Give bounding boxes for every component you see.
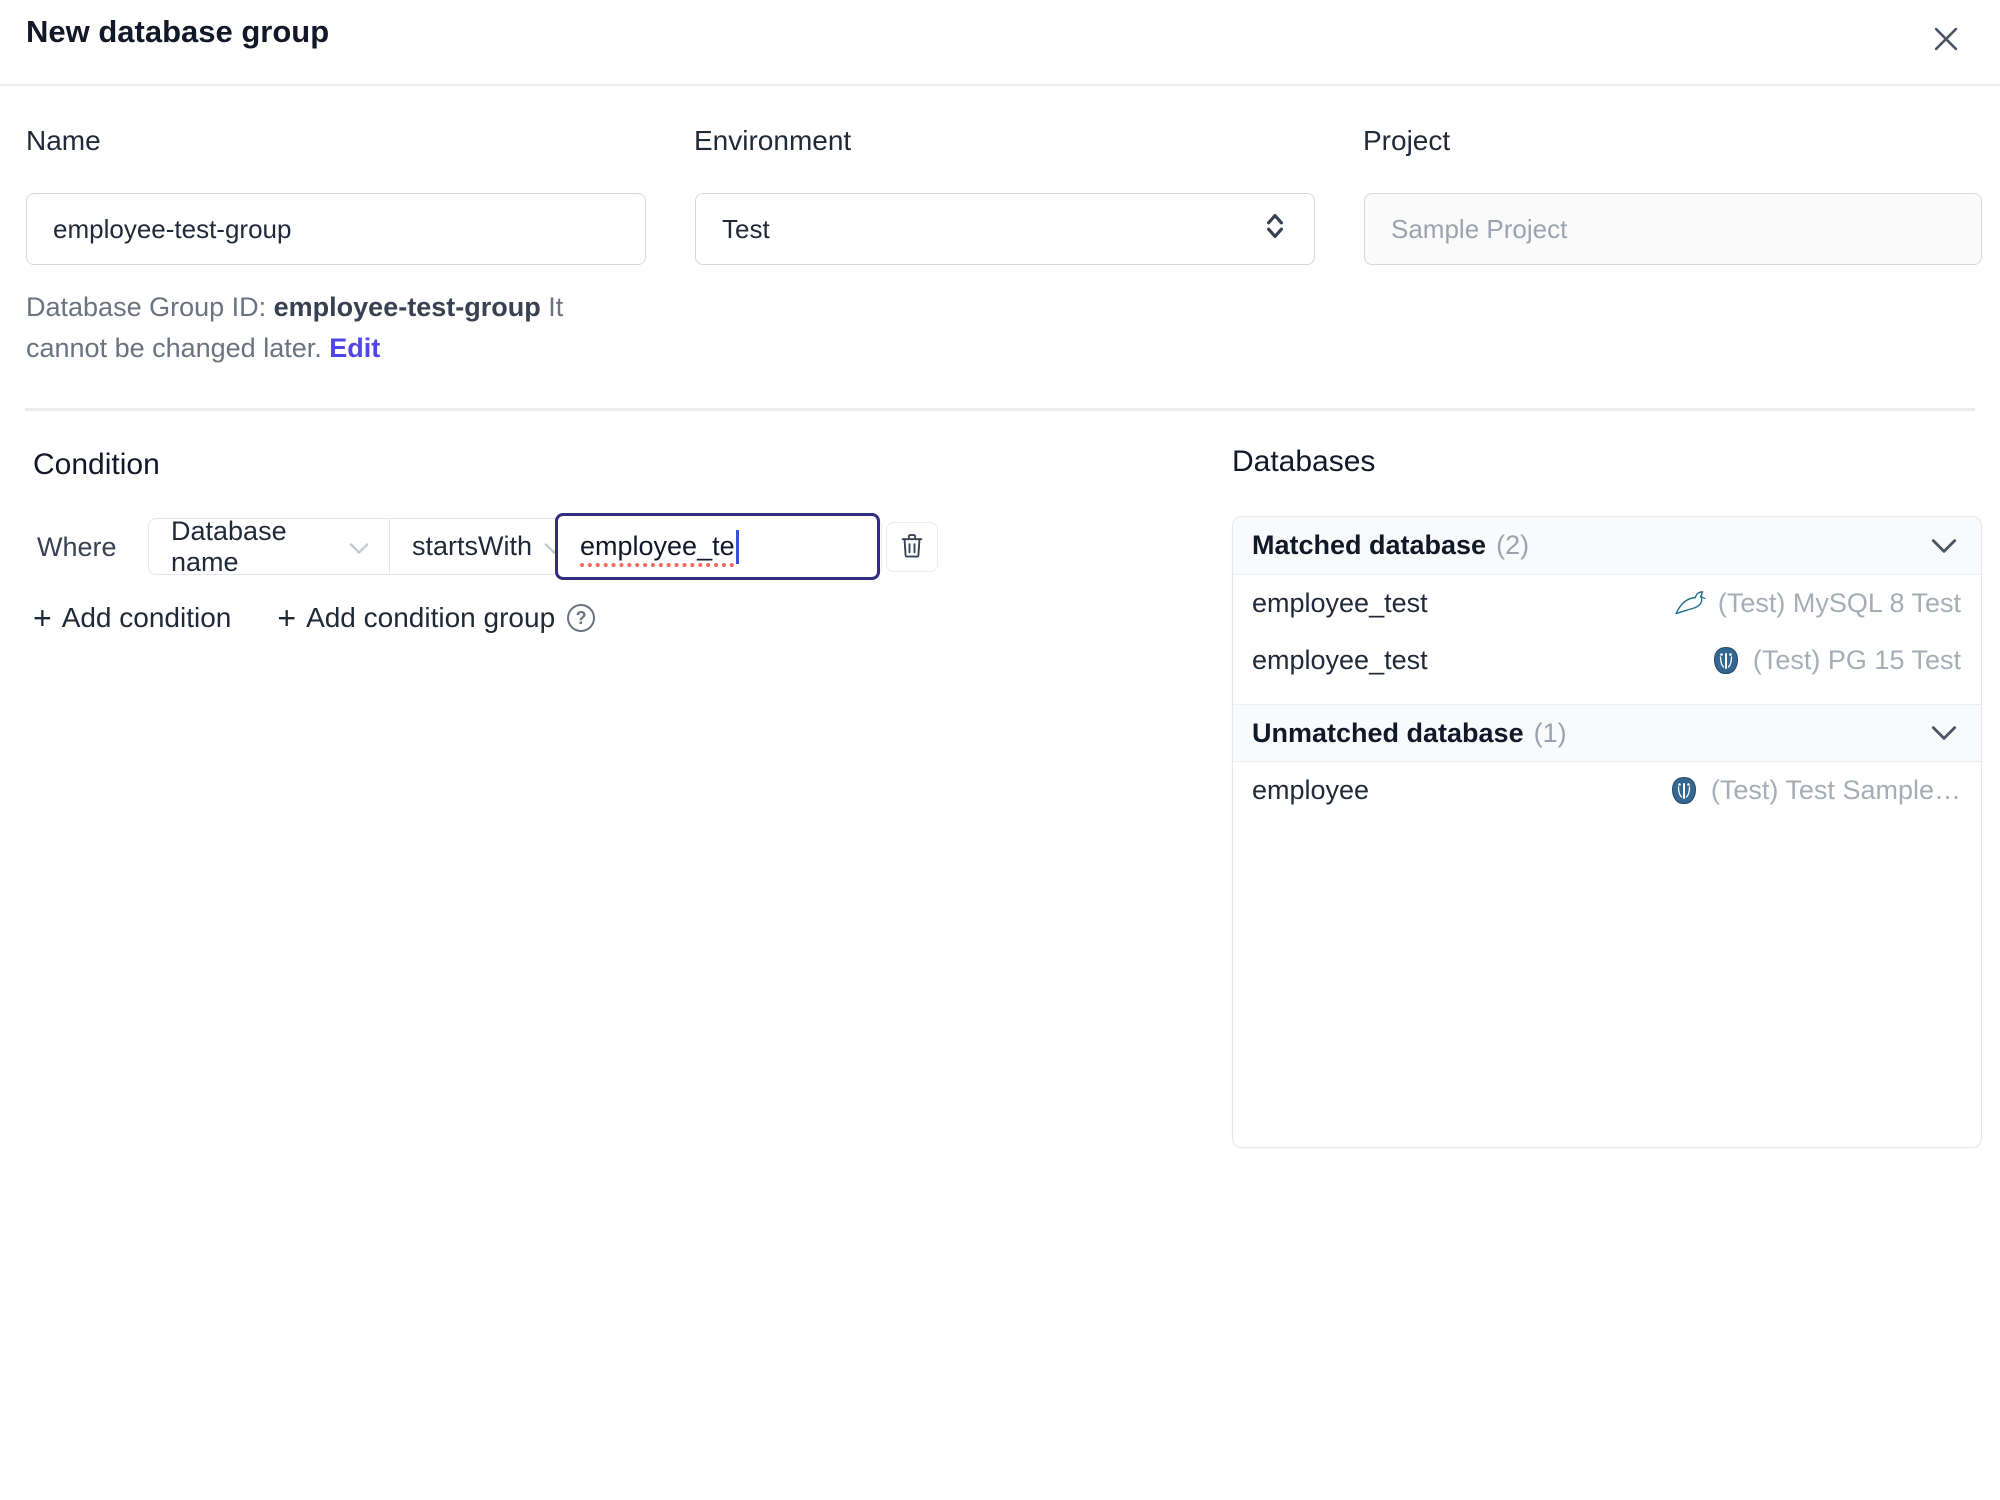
plus-icon: + xyxy=(277,600,297,636)
add-condition-group-label: Add condition group xyxy=(306,602,556,633)
project-label: Project xyxy=(1363,125,1451,156)
condition-value-text: employee_te xyxy=(580,531,735,561)
environment-selected-value: Test xyxy=(722,213,770,244)
database-row: employee_test (Test) PG 15 Test xyxy=(1233,632,1981,689)
unmatched-database-title: Unmatched database xyxy=(1252,717,1524,748)
name-input[interactable] xyxy=(26,193,646,265)
add-condition-button[interactable]: + Add condition xyxy=(33,602,231,634)
database-name: employee xyxy=(1252,775,1370,805)
database-instance-label: (Test) PG 15 Test xyxy=(1752,645,1961,675)
add-condition-label: Add condition xyxy=(61,602,232,633)
header-divider xyxy=(0,84,2000,86)
mysql-icon xyxy=(1674,587,1708,621)
text-caret xyxy=(735,529,739,564)
name-label: Name xyxy=(26,125,101,156)
postgresql-icon xyxy=(1667,774,1701,808)
database-instance: (Test) MySQL 8 Test xyxy=(1674,587,1961,621)
condition-field-value: Database name xyxy=(171,515,287,577)
close-button[interactable] xyxy=(1924,18,1968,62)
where-label: Where xyxy=(37,532,117,562)
database-row: employee_test (Test) MySQL 8 Test xyxy=(1233,575,1981,632)
condition-value-input[interactable]: employee_te xyxy=(555,513,880,580)
chevron-down-icon[interactable] xyxy=(1931,725,1957,741)
project-value: Sample Project xyxy=(1391,213,1568,244)
project-field: Sample Project xyxy=(1364,193,1982,265)
database-name: employee_test xyxy=(1252,588,1428,618)
help-icon[interactable]: ? xyxy=(567,604,596,632)
matched-database-section-header[interactable]: Matched database (2) xyxy=(1233,517,1981,575)
unmatched-database-section-header[interactable]: Unmatched database (1) xyxy=(1233,704,1981,762)
condition-operator-value: startsWith xyxy=(412,531,533,561)
databases-heading: Databases xyxy=(1232,445,1376,478)
database-instance: (Test) PG 15 Test xyxy=(1709,644,1961,678)
postgresql-icon xyxy=(1709,644,1743,678)
plus-icon: + xyxy=(33,600,52,636)
chevron-down-icon xyxy=(349,531,369,562)
section-divider xyxy=(25,408,1975,411)
matched-database-title: Matched database xyxy=(1252,530,1487,560)
trash-icon xyxy=(897,531,927,564)
condition-actions: + Add condition + Add condition group ? xyxy=(33,600,596,636)
group-id-prefix: Database Group ID: xyxy=(26,292,267,322)
database-instance: (Test) Test Sample… xyxy=(1667,774,1961,808)
unmatched-database-count: (1) xyxy=(1533,717,1567,748)
condition-heading: Condition xyxy=(33,448,160,481)
chevron-up-down-icon xyxy=(1262,210,1288,249)
group-id-note: Database Group ID: employee-test-group I… xyxy=(26,287,651,369)
environment-label: Environment xyxy=(694,125,852,156)
edit-link[interactable]: Edit xyxy=(329,333,380,363)
database-name: employee_test xyxy=(1252,645,1428,675)
close-icon xyxy=(1929,22,1963,59)
add-condition-group-button[interactable]: + Add condition group ? xyxy=(277,600,596,636)
environment-select[interactable]: Test xyxy=(695,193,1315,265)
database-instance-label: (Test) MySQL 8 Test xyxy=(1717,588,1961,618)
chevron-down-icon[interactable] xyxy=(1931,538,1957,554)
condition-operator-select[interactable]: startsWith xyxy=(389,519,564,574)
page-title: New database group xyxy=(26,14,330,49)
matched-database-count: (2) xyxy=(1496,530,1530,560)
group-id-value: employee-test-group xyxy=(273,292,541,322)
database-instance-label: (Test) Test Sample… xyxy=(1710,775,1961,805)
condition-field-select[interactable]: Database name xyxy=(149,516,389,577)
databases-panel: Matched database (2) employee_test (Test… xyxy=(1232,516,1982,1148)
dialog-header: New database group xyxy=(0,0,2000,85)
database-row: employee (Test) Test Sample… xyxy=(1233,762,1981,819)
delete-condition-button[interactable] xyxy=(886,522,938,572)
